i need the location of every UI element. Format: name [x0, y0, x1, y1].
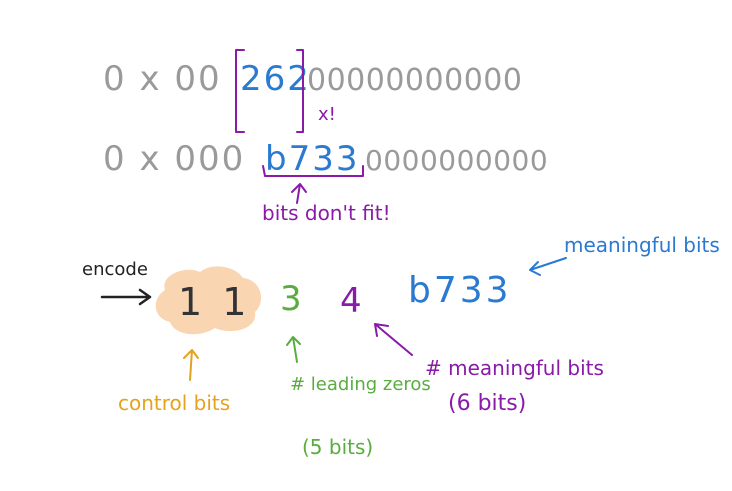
row1-suffix: 00000000000	[307, 63, 522, 98]
control-bits-annotation: control bits	[118, 349, 230, 415]
row2-prefix: 0 x 000	[103, 139, 245, 179]
row2-suffix: 0000000000	[365, 144, 548, 177]
control-bits-arrow	[183, 349, 199, 381]
leading-zeros-size: (5 bits)	[302, 435, 373, 459]
row1: 0 x 00 262 00000000000 x!	[103, 49, 522, 133]
note-bits-dont-fit: bits don't fit!	[262, 201, 391, 225]
leading-zeros-annotation: # leading zeros (5 bits)	[286, 336, 431, 459]
row2-highlight: b733	[265, 139, 359, 179]
encode-label: encode	[82, 259, 148, 280]
diagram-svg: 0 x 00 262 00000000000 x! 0 x 000 b733 0…	[82, 49, 720, 459]
meaningful-bits-annotation: meaningful bits	[529, 233, 720, 276]
encoded-leading: 3	[280, 279, 302, 319]
encode-arrow	[100, 288, 152, 306]
meaningful-count-label: # meaningful bits	[425, 356, 604, 380]
encoded-meaningful-count: 4	[340, 281, 362, 321]
meaningful-bits-label: meaningful bits	[564, 233, 720, 257]
leading-zeros-label: # leading zeros	[290, 374, 431, 395]
row1-highlight: 262	[240, 59, 311, 99]
diagram-canvas: 0 x 00 262 00000000000 x! 0 x 000 b733 0…	[0, 0, 732, 491]
meaningful-count-size: (6 bits)	[448, 391, 526, 416]
meaningful-count-arrow	[374, 323, 413, 356]
leading-zeros-arrow	[286, 336, 301, 363]
meaningful-bits-label-text: meaningful bits	[564, 233, 720, 257]
encoded-control: 1 1	[178, 280, 250, 324]
row1-mark: x!	[318, 104, 336, 125]
control-bits-label: control bits	[118, 391, 230, 415]
row1-prefix: 0 x 00	[103, 59, 222, 99]
meaningful-count-annotation: # meaningful bits (6 bits)	[374, 323, 604, 416]
row2: 0 x 000 b733 0000000000 bits don't fit!	[103, 139, 548, 225]
encoded-row: encode 1 1 3 4 b733	[82, 259, 512, 335]
encoded-meaningful-value: b733	[408, 270, 512, 311]
meaningful-bits-arrow	[529, 257, 567, 276]
